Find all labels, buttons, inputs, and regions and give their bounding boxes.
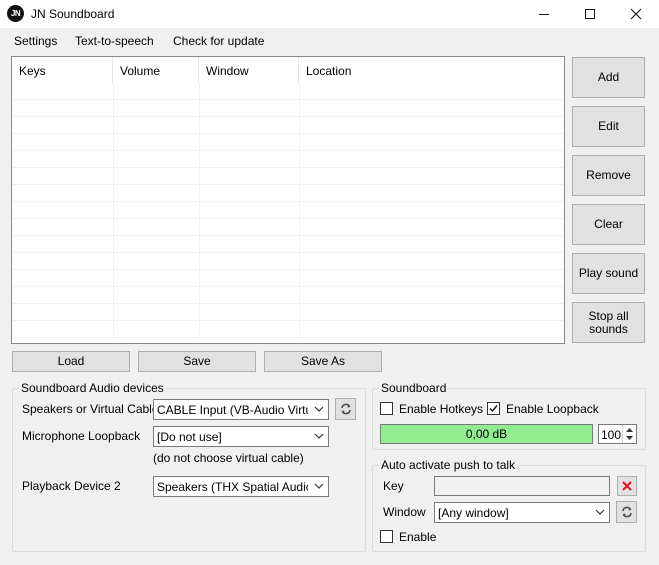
load-button[interactable]: Load (12, 351, 130, 372)
chevron-down-icon (314, 483, 324, 489)
maximize-button[interactable] (567, 0, 613, 28)
chevron-down-icon (595, 509, 605, 515)
speakers-select[interactable]: CABLE Input (VB-Audio Virtual C (153, 399, 329, 420)
sounds-list[interactable]: Keys Volume Window Location (11, 56, 565, 344)
minimize-button[interactable] (521, 0, 567, 28)
list-header: Keys Volume Window Location (12, 57, 564, 83)
list-row (12, 304, 564, 321)
window-select[interactable]: [Any window] (434, 502, 610, 523)
mic-loopback-select[interactable]: [Do not use] (153, 426, 329, 447)
maximize-icon (585, 9, 595, 19)
volume-spinner[interactable] (622, 425, 636, 443)
spin-up-icon[interactable] (623, 425, 636, 434)
audio-devices-legend: Soundboard Audio devices (19, 381, 166, 395)
mic-loopback-note: (do not choose virtual cable) (153, 451, 304, 465)
playback2-select[interactable]: Speakers (THX Spatial Audio) (153, 476, 329, 497)
chevron-down-icon (314, 406, 324, 412)
volume-value: 100 (601, 428, 622, 442)
enable-ptt-checkbox[interactable] (380, 530, 393, 543)
app-logo-icon: JN (7, 5, 24, 22)
stop-all-label-line2: sounds (589, 321, 628, 336)
chevron-down-icon (314, 433, 324, 439)
save-as-button[interactable]: Save As (264, 351, 382, 372)
menu-text-to-speech[interactable]: Text-to-speech (75, 34, 154, 48)
edit-button[interactable]: Edit (572, 106, 645, 147)
mic-loopback-label: Microphone Loopback (22, 429, 141, 443)
level-meter-text: 0,00 dB (465, 427, 508, 441)
refresh-icon (621, 506, 632, 518)
speakers-select-value: CABLE Input (VB-Audio Virtual C (157, 403, 308, 417)
column-header-volume[interactable]: Volume (113, 57, 199, 83)
enable-loopback-checkbox[interactable] (487, 402, 500, 415)
list-row (12, 168, 564, 185)
play-sound-button[interactable]: Play sound (572, 253, 645, 294)
enable-hotkeys-checkbox[interactable] (380, 402, 393, 415)
title-bar: JN JN Soundboard (0, 0, 659, 28)
spin-down-icon[interactable] (623, 434, 636, 443)
add-button[interactable]: Add (572, 57, 645, 98)
push-to-talk-legend: Auto activate push to talk (379, 458, 518, 472)
save-button[interactable]: Save (138, 351, 256, 372)
list-row (12, 83, 564, 100)
clear-button[interactable]: Clear (572, 204, 645, 245)
list-row (12, 185, 564, 202)
close-button[interactable] (613, 0, 659, 28)
stop-all-label-line1: Stop all (588, 308, 629, 323)
menu-check-for-update[interactable]: Check for update (173, 34, 264, 48)
enable-hotkeys-label[interactable]: Enable Hotkeys (399, 402, 483, 416)
minimize-icon (539, 13, 549, 15)
playback2-label: Playback Device 2 (22, 479, 121, 493)
list-body (12, 83, 564, 338)
column-header-window[interactable]: Window (199, 57, 299, 83)
refresh-devices-button[interactable] (335, 398, 356, 420)
window-title: JN Soundboard (31, 7, 115, 21)
clear-key-button[interactable] (617, 476, 637, 496)
playback2-select-value: Speakers (THX Spatial Audio) (157, 480, 308, 494)
mic-loopback-select-value: [Do not use] (157, 430, 222, 444)
list-row (12, 117, 564, 134)
list-row (12, 253, 564, 270)
list-row (12, 219, 564, 236)
window-select-value: [Any window] (438, 506, 509, 520)
list-row (12, 134, 564, 151)
column-header-keys[interactable]: Keys (12, 57, 113, 83)
list-row (12, 321, 564, 338)
enable-loopback-label[interactable]: Enable Loopback (506, 402, 599, 416)
list-row (12, 151, 564, 168)
enable-ptt-label[interactable]: Enable (399, 530, 436, 544)
red-x-icon (622, 481, 632, 491)
list-row (12, 202, 564, 219)
list-row (12, 287, 564, 304)
stop-all-sounds-button[interactable]: Stop all sounds (572, 302, 645, 343)
soundboard-legend: Soundboard (379, 381, 449, 395)
key-label: Key (383, 479, 404, 493)
remove-button[interactable]: Remove (572, 155, 645, 196)
menu-settings[interactable]: Settings (14, 34, 57, 48)
close-icon (630, 8, 642, 20)
list-row (12, 100, 564, 117)
list-row (12, 236, 564, 253)
refresh-windows-button[interactable] (616, 501, 637, 523)
level-meter: 0,00 dB (380, 424, 593, 444)
column-header-location[interactable]: Location (299, 57, 564, 83)
list-row (12, 270, 564, 287)
refresh-icon (340, 403, 351, 415)
volume-numeric[interactable]: 100 (598, 424, 637, 444)
window-label: Window (383, 505, 426, 519)
menu-bar: Settings Text-to-speech Check for update (0, 28, 659, 53)
speakers-label: Speakers or Virtual Cable (22, 402, 159, 416)
checkmark-icon (489, 405, 498, 413)
key-input[interactable] (434, 476, 610, 496)
